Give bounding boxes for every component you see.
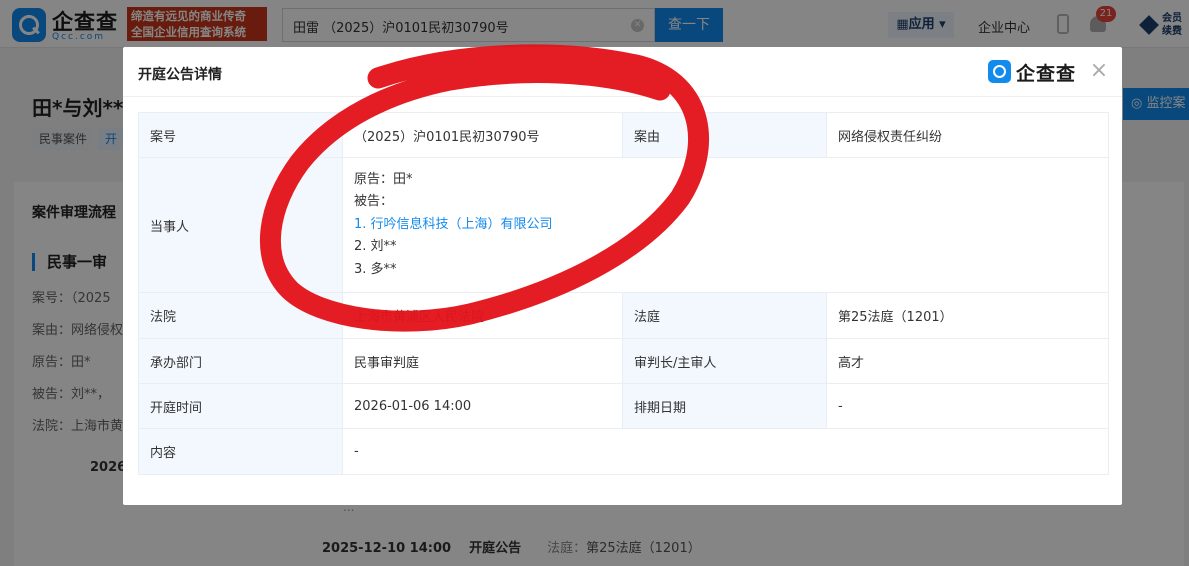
court-label: 法院 (138, 292, 343, 339)
parties-cell: 原告：田* 被告： 1. 行吟信息科技（上海）有限公司 2. 刘** 3. 多*… (342, 157, 1109, 293)
close-icon[interactable]: × (1089, 60, 1109, 82)
courtroom-value: 第25法庭（1201） (826, 292, 1109, 339)
defendant-company-link[interactable]: 1. 行吟信息科技（上海）有限公司 (354, 214, 1097, 237)
hearing-time-label: 开庭时间 (138, 383, 343, 429)
defendant-label: 被告： (354, 194, 394, 210)
magnifier-logo-icon (988, 60, 1011, 83)
modal-header: 开庭公告详情 企查查 × (123, 47, 1122, 97)
modal-logo-text: 企查查 (1016, 63, 1077, 85)
cause-label: 案由 (622, 112, 827, 158)
judge-value: 高才 (826, 338, 1109, 384)
table-row: 承办部门 民事审判庭 审判长/主审人 高才 (138, 338, 1109, 384)
schedule-label: 排期日期 (622, 383, 827, 429)
case-no-label: 案号 (138, 112, 343, 158)
parties-label: 当事人 (138, 157, 343, 293)
table-row: 法院 上海市黄浦区人民法院 法庭 第25法庭（1201） (138, 292, 1109, 339)
plaintiff: 原告：田* (354, 171, 413, 187)
table-row: 内容 - (138, 428, 1109, 475)
schedule-value: - (826, 383, 1109, 429)
department-label: 承办部门 (138, 338, 343, 384)
modal-title: 开庭公告详情 (138, 67, 222, 83)
court-value: 上海市黄浦区人民法院 (342, 292, 623, 339)
cause-value: 网络侵权责任纠纷 (826, 112, 1109, 158)
table-row: 案号 （2025）沪0101民初30790号 案由 网络侵权责任纠纷 (138, 112, 1109, 158)
defendant-person: 2. 刘** (354, 239, 397, 255)
table-row: 开庭时间 2026-01-06 14:00 排期日期 - (138, 383, 1109, 429)
case-no-link[interactable]: （2025）沪0101民初30790号 (342, 112, 623, 158)
content-value: - (342, 428, 1109, 475)
hearing-notice-modal: 开庭公告详情 企查查 × 案号 （2025）沪0101民初30790号 案由 网… (123, 47, 1122, 505)
department-value: 民事审判庭 (342, 338, 623, 384)
detail-table: 案号 （2025）沪0101民初30790号 案由 网络侵权责任纠纷 当事人 原… (138, 112, 1109, 475)
judge-label: 审判长/主审人 (622, 338, 827, 384)
courtroom-label: 法庭 (622, 292, 827, 339)
defendant-person: 3. 多** (354, 261, 397, 277)
content-label: 内容 (138, 428, 343, 475)
hearing-time-value: 2026-01-06 14:00 (342, 383, 623, 429)
table-row: 当事人 原告：田* 被告： 1. 行吟信息科技（上海）有限公司 2. 刘** 3… (138, 157, 1109, 293)
